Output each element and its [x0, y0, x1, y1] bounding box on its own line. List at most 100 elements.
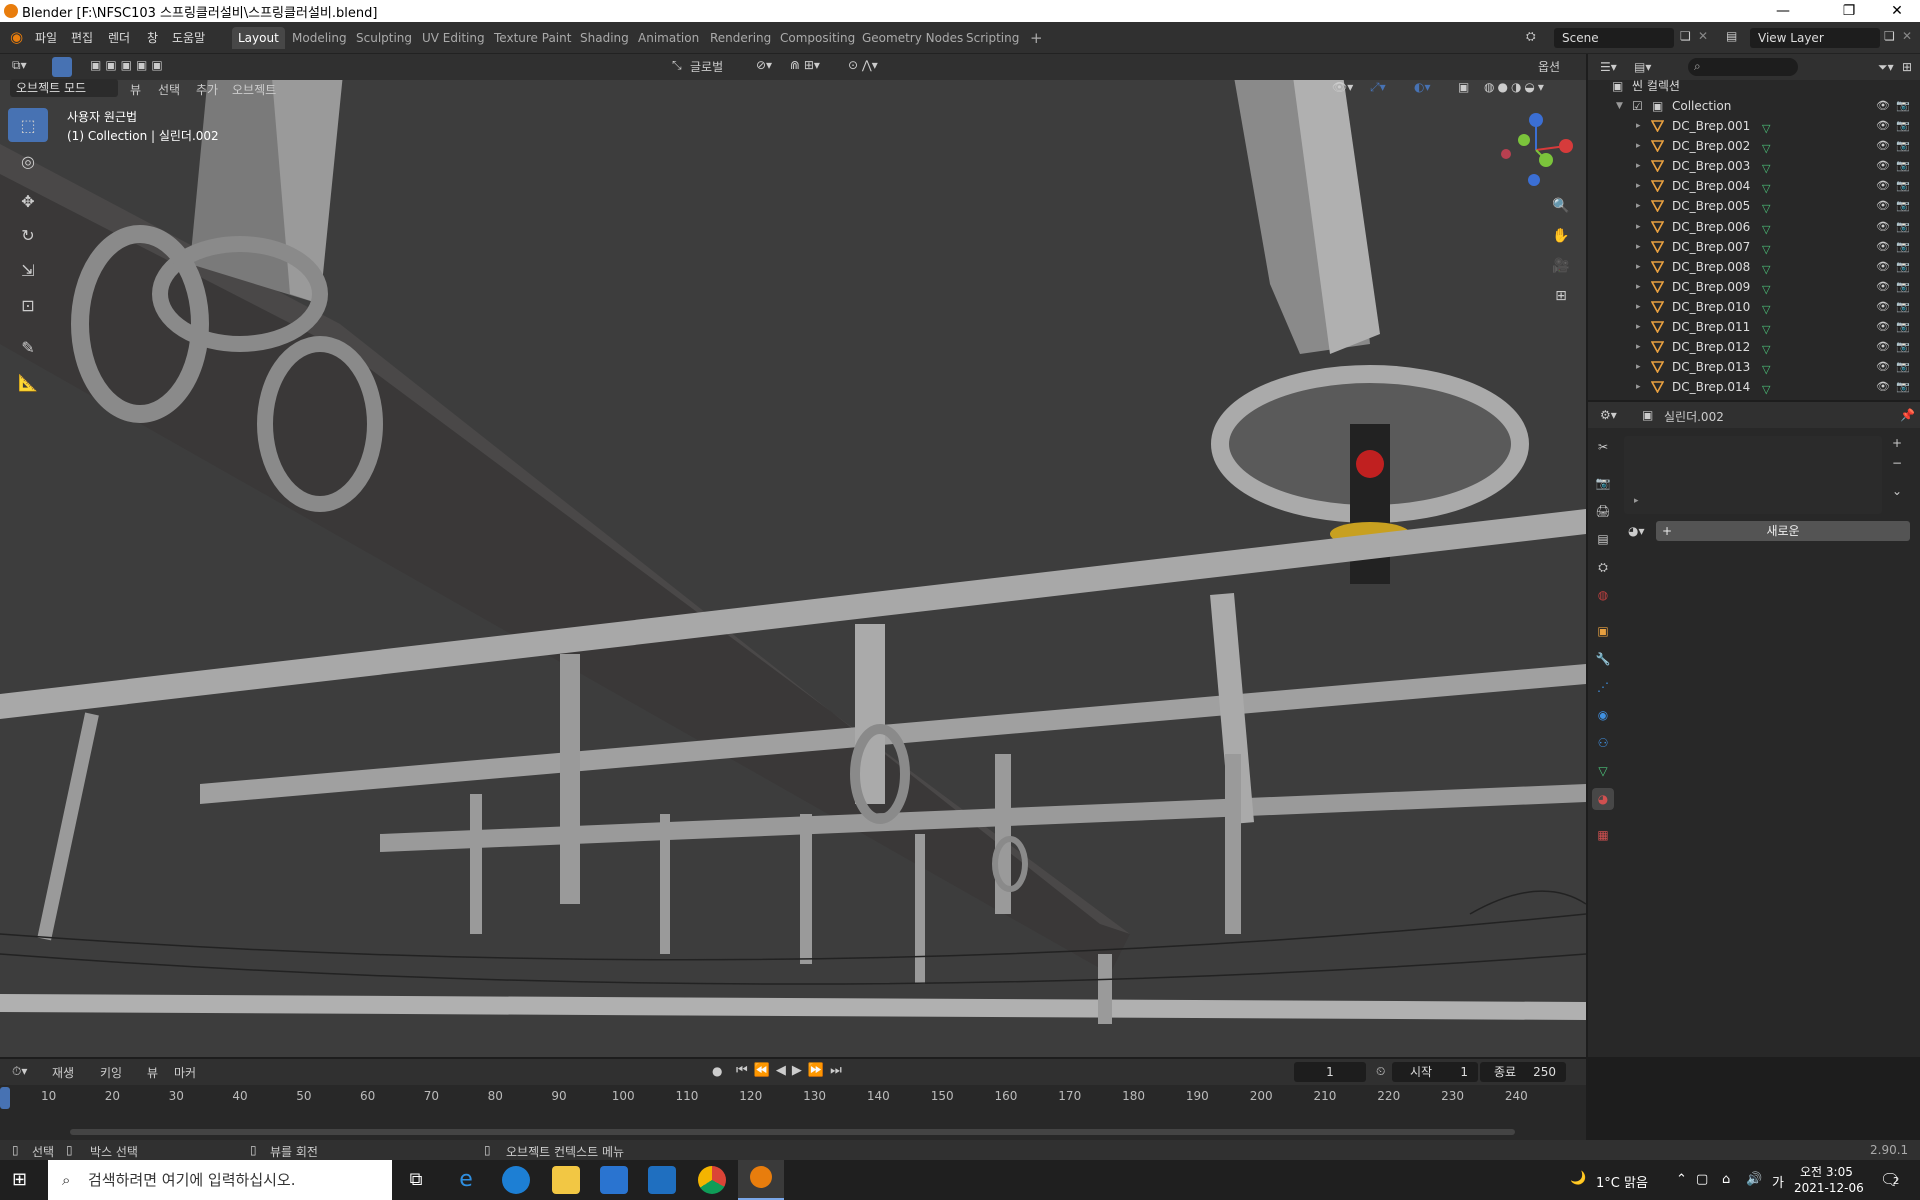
outliner-item[interactable]: ▸ DC_Brep.011 ▽ 👁 📷: [1588, 317, 1920, 337]
visibility-icon[interactable]: 👁▾: [1332, 80, 1353, 94]
playhead[interactable]: [0, 1087, 10, 1109]
display-mode-icon[interactable]: ▤▾: [1634, 60, 1651, 74]
menu-file[interactable]: 파일: [35, 29, 57, 46]
expand-arrow-icon[interactable]: ▸: [1636, 277, 1641, 297]
menu-help[interactable]: 도움말: [172, 29, 205, 46]
windows-start-icon[interactable]: ⊞: [12, 1169, 27, 1190]
menu-window[interactable]: 창: [147, 29, 158, 46]
camera-icon[interactable]: 📷: [1896, 136, 1910, 156]
view-layer-selector[interactable]: View Layer: [1750, 28, 1880, 48]
new-view-layer-icon[interactable]: ❏: [1884, 29, 1895, 43]
3d-viewport[interactable]: [0, 54, 1586, 1057]
modifier-tab-icon[interactable]: 🔧: [1592, 648, 1614, 670]
pivot-icon[interactable]: ⊘▾: [756, 58, 772, 72]
outliner-item[interactable]: ▸ DC_Brep.007 ▽ 👁 📷: [1588, 237, 1920, 257]
zoom-icon[interactable]: 🔍: [1549, 194, 1573, 218]
orientation-icon[interactable]: ⤡: [672, 58, 682, 73]
eye-icon[interactable]: 👁: [1876, 317, 1890, 337]
mode-selector[interactable]: 오브젝트 모드: [10, 79, 118, 97]
tab-rendering[interactable]: Rendering: [704, 27, 777, 49]
tab-uv-editing[interactable]: UV Editing: [416, 27, 491, 49]
eye-icon[interactable]: 👁: [1876, 237, 1890, 257]
mesh-data-icon[interactable]: ▽: [1762, 260, 1775, 276]
select-mode-icon[interactable]: [52, 57, 72, 77]
outliner-search-input[interactable]: ⌕: [1688, 58, 1798, 76]
expand-arrow-icon[interactable]: ▸: [1636, 237, 1641, 257]
menu-marker[interactable]: 마커: [174, 1064, 196, 1081]
outliner-item[interactable]: ▸ DC_Brep.006 ▽ 👁 📷: [1588, 217, 1920, 237]
menu-view[interactable]: 뷰: [130, 81, 141, 98]
menu-add[interactable]: 추가: [196, 81, 218, 98]
file-explorer-icon[interactable]: [552, 1166, 580, 1194]
add-workspace-button[interactable]: +: [1024, 27, 1049, 49]
material-tab-icon[interactable]: ◕: [1592, 788, 1614, 810]
camera-icon[interactable]: 📷: [1896, 377, 1910, 397]
pan-hand-icon[interactable]: ✋: [1549, 224, 1573, 248]
weather-icon[interactable]: 🌙: [1570, 1171, 1586, 1186]
scene-icon[interactable]: ⛭: [1526, 29, 1536, 44]
constraints-tab-icon[interactable]: ⚇: [1592, 732, 1614, 754]
tab-layout[interactable]: Layout: [232, 27, 285, 49]
new-scene-icon[interactable]: ❏: [1680, 29, 1691, 43]
menu-timeline-view[interactable]: 뷰: [147, 1064, 158, 1081]
mesh-data-icon[interactable]: ▽: [1762, 300, 1775, 316]
rotate-tool-icon[interactable]: ↻: [8, 218, 48, 252]
outliner-item[interactable]: ▸ DC_Brep.008 ▽ 👁 📷: [1588, 257, 1920, 277]
expand-arrow-icon[interactable]: ▸: [1636, 116, 1641, 136]
transform-orientation[interactable]: 글로벌: [690, 58, 723, 75]
expand-arrow-icon[interactable]: ▸: [1636, 136, 1641, 156]
add-slot-icon[interactable]: +: [1892, 436, 1902, 450]
blender-taskbar-button[interactable]: [738, 1160, 784, 1200]
outliner-item[interactable]: ▸ DC_Brep.013 ▽ 👁 📷: [1588, 357, 1920, 377]
tab-animation[interactable]: Animation: [632, 27, 705, 49]
output-tab-icon[interactable]: 🖨: [1592, 500, 1614, 522]
ortho-grid-icon[interactable]: ⊞: [1549, 284, 1573, 308]
weather-text[interactable]: 1°C 맑음: [1596, 1172, 1648, 1191]
eye-icon[interactable]: 👁: [1876, 96, 1890, 116]
internet-explorer-icon[interactable]: e: [452, 1166, 480, 1194]
eye-icon[interactable]: 👁: [1876, 377, 1890, 397]
camera-icon[interactable]: 📷: [1896, 176, 1910, 196]
outliner-item[interactable]: ▸ DC_Brep.014 ▽ 👁 📷: [1588, 377, 1920, 397]
eye-icon[interactable]: 👁: [1876, 337, 1890, 357]
outliner-collection[interactable]: ▼ ☑ ▣ Collection 👁 📷: [1588, 96, 1920, 116]
expand-arrow-icon[interactable]: ▸: [1636, 217, 1641, 237]
camera-icon[interactable]: 📷: [1896, 257, 1910, 277]
volume-icon[interactable]: 🔊: [1746, 1172, 1762, 1187]
camera-icon[interactable]: 📷: [1896, 297, 1910, 317]
proportional-edit-icon[interactable]: ⊙ ⋀▾: [848, 58, 878, 72]
view-layer-tab-icon[interactable]: ▤: [1592, 528, 1614, 550]
outliner-item[interactable]: ▸ DC_Brep.010 ▽ 👁 📷: [1588, 297, 1920, 317]
taskbar-search-input[interactable]: ⌕ 검색하려면 여기에 입력하십시오.: [48, 1160, 392, 1200]
outliner-item[interactable]: ▸ DC_Brep.002 ▽ 👁 📷: [1588, 136, 1920, 156]
menu-keying[interactable]: 키잉: [100, 1064, 122, 1081]
menu-select[interactable]: 선택: [158, 81, 180, 98]
shading-mode-icons[interactable]: ◍●◑◒▾: [1484, 80, 1547, 94]
minimize-button[interactable]: —: [1760, 0, 1806, 22]
mesh-data-icon[interactable]: ▽: [1762, 139, 1775, 155]
outliner-item[interactable]: ▸ DC_Brep.012 ▽ 👁 📷: [1588, 337, 1920, 357]
mesh-data-icon[interactable]: ▽: [1762, 320, 1775, 336]
preview-range-icon[interactable]: ⏲: [1376, 1064, 1385, 1079]
mesh-data-icon[interactable]: ▽: [1762, 220, 1775, 236]
expand-arrow-icon[interactable]: ▸: [1636, 156, 1641, 176]
delete-scene-icon[interactable]: ✕: [1698, 29, 1708, 43]
outliner-item[interactable]: ▸ DC_Brep.004 ▽ 👁 📷: [1588, 176, 1920, 196]
edge-icon[interactable]: [502, 1166, 530, 1194]
new-material-button[interactable]: + 새로운: [1656, 521, 1910, 541]
camera-icon[interactable]: 📷: [1896, 277, 1910, 297]
material-slot-list[interactable]: ▸: [1624, 436, 1882, 514]
navigation-gizmo[interactable]: [1496, 110, 1576, 190]
clock-time[interactable]: 오전 3:05: [1800, 1163, 1853, 1180]
tab-geometry-nodes[interactable]: Geometry Nodes: [856, 27, 969, 49]
tab-texture-paint[interactable]: Texture Paint: [488, 27, 577, 49]
tab-compositing[interactable]: Compositing: [774, 27, 861, 49]
camera-icon[interactable]: 📷: [1896, 217, 1910, 237]
menu-render[interactable]: 렌더: [108, 29, 130, 46]
camera-icon[interactable]: 📷: [1896, 116, 1910, 136]
clock-date[interactable]: 2021-12-06: [1794, 1181, 1864, 1195]
eye-icon[interactable]: 👁: [1876, 277, 1890, 297]
timeline-type-icon[interactable]: ⏱▾: [12, 1064, 27, 1079]
world-tab-icon[interactable]: ◍: [1592, 584, 1614, 606]
end-frame-field[interactable]: 종료 250: [1480, 1062, 1566, 1082]
